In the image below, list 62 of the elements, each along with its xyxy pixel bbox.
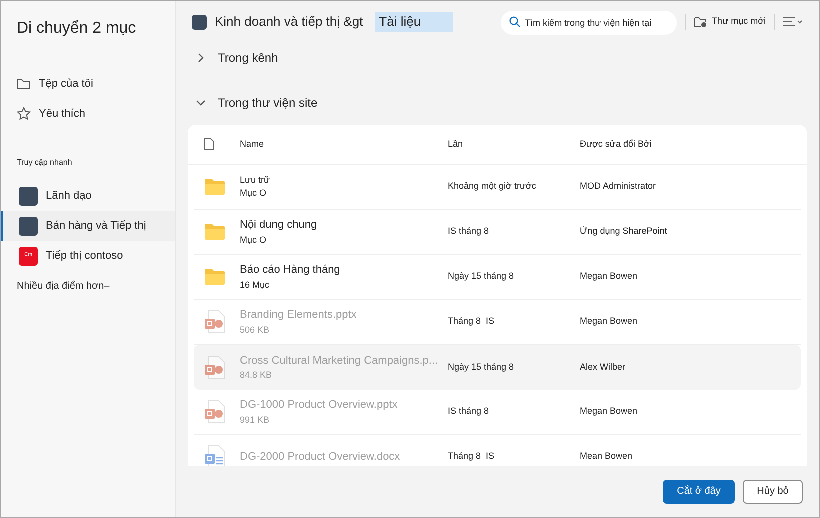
sidebar-item[interactable]: Yêu thích <box>1 99 175 129</box>
file-name: Branding Elements.pptx <box>240 308 358 323</box>
modified-by: Alex Wilber <box>580 360 626 374</box>
more-places-link[interactable]: Nhiều địa điểm hơn– <box>1 279 175 294</box>
column-header[interactable]: Lần <box>448 138 580 152</box>
section-heading: Truy cập nhanh <box>16 157 74 169</box>
folder-icon <box>204 178 226 196</box>
file-detail: Mục O <box>240 234 268 246</box>
file-row[interactable]: Nội dung chung Mục O IS tháng 8 Ứng dụng SharePoint <box>194 210 801 255</box>
menu-icon <box>783 17 803 27</box>
file-name: Báo cáo Hàng tháng <box>240 263 342 278</box>
quick-access-item[interactable]: Bán hàng và Tiếp thị <box>1 211 175 241</box>
file-name: Nội dung chung <box>240 218 318 233</box>
powerpoint-file-icon <box>204 356 226 380</box>
modified-time: Ngày 15 tháng 8 <box>448 360 516 374</box>
file-name: DG-1000 Product Overview.pptx <box>240 398 399 413</box>
file-type-icon <box>204 138 215 151</box>
powerpoint-file-icon <box>204 310 226 334</box>
modified-by: Megan Bowen <box>580 270 638 284</box>
file-detail: Mục O <box>240 187 268 200</box>
modified-time: IS tháng 8 <box>448 225 490 238</box>
cancel-button[interactable]: Hủy bỏ <box>743 480 803 504</box>
site-logo-icon <box>192 14 207 30</box>
file-detail: 506 KB <box>240 324 271 336</box>
dialog-title: Di chuyển 2 mục <box>16 19 138 39</box>
powerpoint-file-icon <box>204 400 226 424</box>
section-toggle[interactable]: Trong thư viện site <box>188 88 807 118</box>
folder-icon <box>204 223 226 241</box>
breadcrumb-item[interactable]: Kinh doanh và tiếp thị &gt <box>215 12 364 32</box>
file-name: Lưu trữ <box>240 174 272 186</box>
folder-icon <box>204 268 226 286</box>
breadcrumb-current[interactable]: Tài liệu <box>375 12 454 32</box>
column-header[interactable]: Name <box>240 138 448 152</box>
sidebar-item[interactable]: Tệp của tôi <box>1 69 175 99</box>
folder-icon <box>17 78 31 90</box>
file-detail: 84.8 KB <box>240 369 274 382</box>
modified-time: Tháng 8 IS <box>448 315 496 328</box>
file-row[interactable]: Lưu trữ Mục O Khoảng một giờ trước MOD Administrator <box>194 165 801 210</box>
modified-by: Ứng dụng SharePoint <box>580 225 668 238</box>
cut-here-button[interactable]: Cắt ở đây <box>663 480 735 504</box>
word-document-icon <box>204 445 226 466</box>
modified-by: Megan Bowen <box>580 405 638 418</box>
column-header[interactable]: Được sửa đổi Bởi <box>580 138 652 152</box>
modified-time: Tháng 8 IS <box>448 450 496 464</box>
section-toggle[interactable]: Trong kênh <box>188 43 807 73</box>
new-folder-button[interactable]: Thư mục mới <box>694 15 766 29</box>
file-detail: 991 KB <box>240 414 271 426</box>
search-field[interactable]: Tìm kiếm trong thư viện hiện tại <box>501 10 678 34</box>
file-detail: 16 Mục <box>240 278 271 292</box>
modified-by: MOD Administrator <box>580 180 656 194</box>
file-name: DG-2000 Product Overview.docx <box>240 450 402 465</box>
modified-time: Khoảng một giờ trước <box>448 180 538 194</box>
quick-access-item[interactable]: Lãnh đạo <box>1 181 175 211</box>
modified-time: IS tháng 8 <box>448 405 490 418</box>
star-icon <box>17 107 31 121</box>
modified-by: Megan Bowen <box>580 315 638 328</box>
search-icon <box>509 16 522 28</box>
file-row[interactable]: Báo cáo Hàng tháng 16 Mục Ngày 15 tháng 8 Megan Bowen <box>194 255 801 300</box>
modified-time: Ngày 15 tháng 8 <box>448 270 516 284</box>
folder-add-icon <box>694 16 708 28</box>
file-name: Cross Cultural Marketing Campaigns.p... <box>240 354 440 368</box>
modified-by: Mean Bowen <box>580 450 633 464</box>
